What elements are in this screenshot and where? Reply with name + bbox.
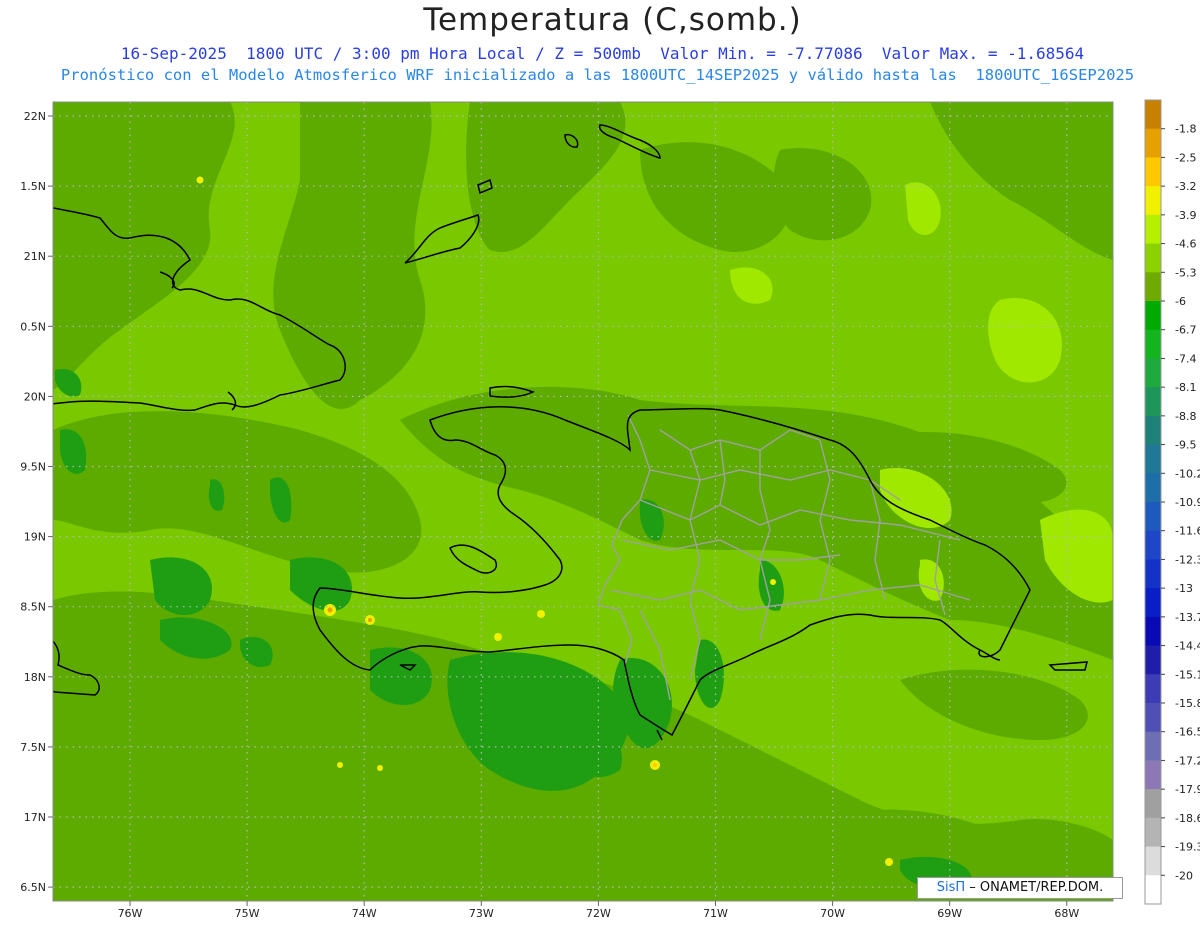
lat-tick-label: 19N (24, 531, 46, 544)
colorbar-swatch (1145, 243, 1161, 273)
colorbar-swatch (1145, 588, 1161, 618)
colorbar-label: -18.6 (1175, 812, 1200, 825)
colorbar-swatch (1145, 789, 1161, 819)
colorbar: -1.8 -2.5 -3.2 -3.9 -4.6 -5.3 -6 -6.7 -7.4 -8.1 -8… (1144, 99, 1200, 905)
colorbar-swatch (1145, 703, 1161, 733)
colorbar-swatch (1145, 559, 1161, 589)
colorbar-swatch (1145, 272, 1161, 302)
lat-tick-label: 7.5N (20, 741, 46, 754)
colorbar-label: -6 (1175, 295, 1186, 308)
colorbar-swatch (1145, 100, 1161, 130)
colorbar-label: -1.8 (1175, 123, 1196, 136)
colorbar-swatch (1145, 214, 1161, 245)
colorbar-swatch (1145, 760, 1161, 790)
lat-tick-label: 18N (24, 671, 46, 684)
colorbar-swatch (1145, 846, 1161, 876)
colorbar-swatch (1145, 157, 1161, 187)
colorbar-label: -19.3 (1175, 841, 1200, 854)
lon-tick-label: 75W (235, 907, 260, 920)
colorbar-label: -11.6 (1175, 525, 1200, 538)
colorbar-label: -12.3 (1175, 553, 1200, 566)
colorbar-swatch (1145, 128, 1161, 158)
colorbar-label: -10.2 (1175, 467, 1200, 480)
lat-tick-label: 21N (24, 250, 46, 263)
colorbar-swatch (1145, 616, 1161, 647)
colorbar-label: -9.5 (1175, 439, 1196, 452)
lon-tick-label: 70W (820, 907, 845, 920)
colorbar-label: -15.1 (1175, 668, 1200, 681)
colorbar-label: -7.4 (1175, 352, 1196, 365)
colorbar-swatch (1145, 329, 1161, 359)
colorbar-label: -15.8 (1175, 697, 1200, 710)
sis-logo-text: SisΠ (936, 880, 966, 895)
colorbar-label: -3.9 (1175, 209, 1196, 222)
lon-tick-label: 68W (1054, 907, 1079, 920)
colorbar-label: -3.2 (1175, 180, 1196, 193)
colorbar-label: -10.9 (1175, 496, 1200, 509)
lat-tick-label: 9.5N (20, 461, 46, 474)
colorbar-label: -17.2 (1175, 754, 1200, 767)
lat-tick-label: 8.5N (20, 601, 46, 614)
colorbar-label: -4.6 (1175, 238, 1196, 251)
lat-tick-label: 20N (24, 390, 46, 403)
lat-tick-label: 17N (24, 811, 46, 824)
colorbar-label: -14.4 (1175, 640, 1200, 653)
colorbar-swatch (1145, 358, 1161, 388)
lon-tick-label: 74W (352, 907, 377, 920)
lon-tick-label: 72W (586, 907, 611, 920)
lon-tick-label: 76W (118, 907, 143, 920)
colorbar-swatch (1145, 186, 1161, 216)
colorbar-swatch (1145, 415, 1161, 446)
credit-org: – ONAMET/REP.DOM. (969, 880, 1104, 895)
latitude-axis: 22N 1.5N 21N 0.5N 20N 9.5N 19N 8.5N 18N 7.5N 17N 6.… (20, 110, 53, 894)
colorbar-label: -20 (1175, 869, 1193, 882)
lon-tick-label: 71W (703, 907, 728, 920)
colorbar-swatch (1145, 444, 1161, 474)
colorbar-swatch (1145, 674, 1161, 704)
colorbar-label: -13.7 (1175, 611, 1200, 624)
colorbar-swatch (1145, 502, 1161, 532)
colorbar-label: -6.7 (1175, 324, 1196, 337)
colorbar-label: -8.1 (1175, 381, 1196, 394)
temperature-field (53, 102, 1113, 901)
colorbar-label: -13 (1175, 582, 1193, 595)
longitude-axis: 76W 75W 74W 73W 72W 71W 70W 69W 68W (118, 901, 1079, 920)
credit-box: SisΠ – ONAMET/REP.DOM. (917, 877, 1123, 899)
lat-tick-label: 0.5N (20, 320, 46, 333)
colorbar-label: -16.5 (1175, 726, 1200, 739)
lon-tick-label: 73W (469, 907, 494, 920)
colorbar-label: -2.5 (1175, 151, 1196, 164)
colorbar-swatch (1145, 387, 1161, 417)
colorbar-swatch (1145, 817, 1161, 848)
colorbar-swatch (1145, 530, 1161, 560)
colorbar-label: -17.9 (1175, 783, 1200, 796)
colorbar-swatch (1145, 875, 1161, 905)
lat-tick-label: 22N (24, 110, 46, 123)
colorbar-swatch (1145, 301, 1161, 331)
colorbar-swatch (1145, 731, 1161, 761)
colorbar-label: -5.3 (1175, 266, 1196, 279)
colorbar-swatch (1145, 473, 1161, 503)
lon-tick-label: 69W (937, 907, 962, 920)
colorbar-swatch (1145, 645, 1161, 675)
lat-tick-label: 6.5N (20, 881, 46, 894)
lat-tick-label: 1.5N (20, 180, 46, 193)
colorbar-label: -8.8 (1175, 410, 1196, 423)
forecast-map: 76W 75W 74W 73W 72W 71W 70W 69W 68W 22N 1.5N 21N 0.… (20, 99, 1200, 920)
